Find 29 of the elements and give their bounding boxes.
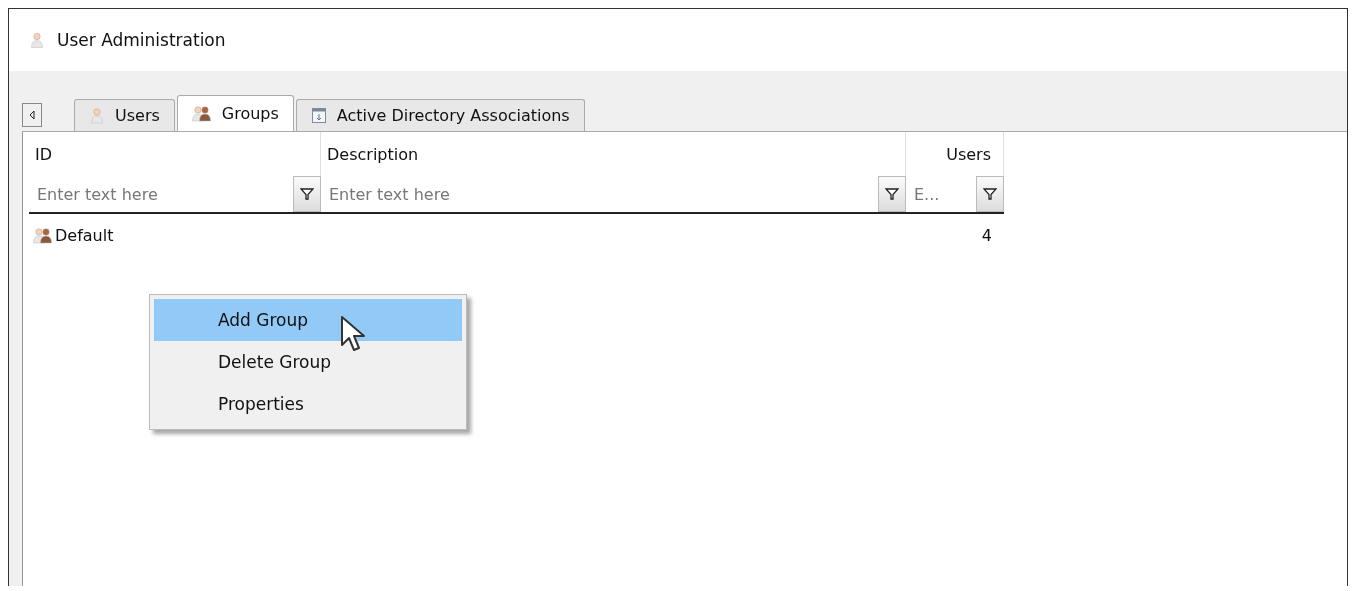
group-icon [33, 226, 53, 244]
filter-icon [885, 187, 899, 201]
menu-item[interactable]: Add Group [154, 299, 462, 341]
triangle-left-icon [28, 110, 36, 120]
filter-field[interactable]: Enter text here [35, 183, 291, 205]
group-icon [191, 105, 212, 122]
calendar-icon [310, 107, 327, 124]
column-header[interactable]: Description [327, 144, 419, 164]
filter-icon [983, 187, 997, 201]
filter-field[interactable]: E... [912, 183, 974, 205]
column-header[interactable]: Users [946, 144, 991, 164]
user-icon [29, 30, 45, 50]
filter-field[interactable]: Enter text here [327, 183, 876, 205]
filter-button[interactable] [293, 176, 321, 212]
tab[interactable]: Active Directory Associations [295, 99, 585, 131]
table-cell: 4 [981, 225, 992, 245]
table-cell: Default [55, 225, 114, 245]
mouse-pointer-icon [340, 315, 366, 353]
user-icon [89, 107, 105, 124]
filter-button[interactable] [878, 176, 906, 212]
menu-item[interactable]: Properties [154, 383, 462, 425]
tab[interactable]: Groups [176, 95, 294, 131]
filter-icon [300, 187, 314, 201]
tab[interactable]: Users [74, 99, 175, 131]
menu-item[interactable]: Delete Group [154, 341, 462, 383]
scroll-left-button[interactable] [22, 103, 42, 127]
filter-button[interactable] [976, 176, 1004, 212]
column-header[interactable]: ID [35, 144, 53, 164]
window-title: User Administration [57, 30, 226, 50]
